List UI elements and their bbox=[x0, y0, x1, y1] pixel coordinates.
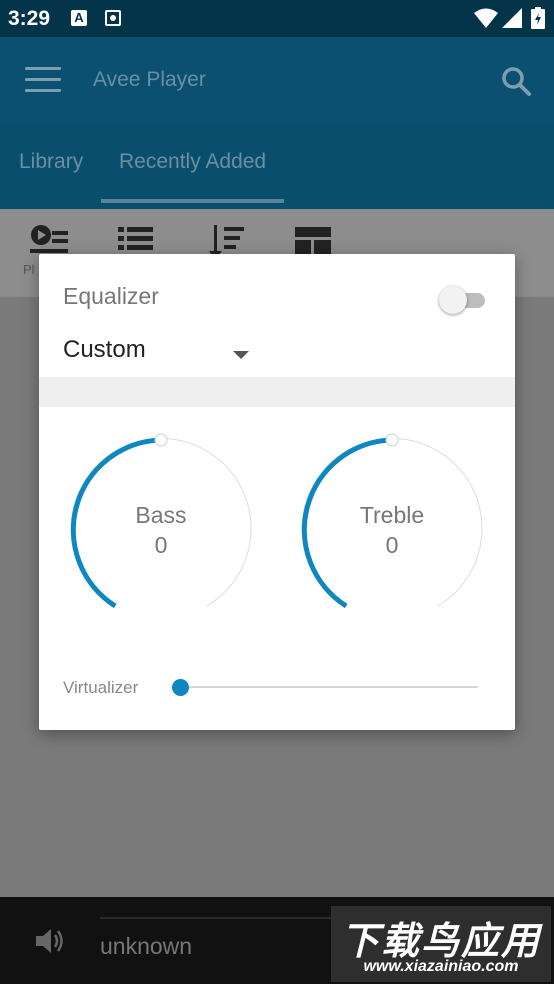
virtualizer-slider[interactable] bbox=[172, 678, 482, 698]
equalizer-dialog: Equalizer Custom Bass 0 Treble 0 Virtual… bbox=[39, 254, 515, 730]
search-icon[interactable] bbox=[500, 65, 532, 97]
bass-knob[interactable]: Bass 0 bbox=[66, 432, 256, 612]
app-bar: Avee Player bbox=[0, 37, 554, 123]
virtualizer-track bbox=[180, 686, 478, 688]
preset-dropdown[interactable]: Custom bbox=[63, 334, 253, 374]
watermark-url-text: www.xiazainiao.com bbox=[363, 958, 519, 975]
equalizer-toggle[interactable] bbox=[439, 286, 485, 314]
watermark-main-text: 下载鸟应用 bbox=[340, 921, 541, 963]
wifi-icon bbox=[474, 8, 498, 28]
menu-icon[interactable] bbox=[25, 67, 61, 93]
tab-indicator bbox=[101, 199, 284, 203]
section-divider bbox=[39, 377, 515, 407]
dialog-title: Equalizer bbox=[63, 283, 159, 309]
status-bar: 3:29 A bbox=[0, 0, 554, 37]
preset-value: Custom bbox=[63, 336, 146, 363]
toolbar-partial-label: Pl bbox=[23, 262, 35, 277]
cellular-icon bbox=[502, 8, 522, 28]
virtualizer-thumb[interactable] bbox=[172, 679, 189, 696]
speaker-icon[interactable] bbox=[34, 926, 66, 956]
treble-knob[interactable]: Treble 0 bbox=[297, 432, 487, 612]
battery-icon bbox=[531, 7, 545, 29]
playback-progress bbox=[100, 917, 331, 919]
app-title: Avee Player bbox=[93, 68, 206, 91]
tab-bar: Library Recently Added bbox=[0, 123, 554, 209]
watermark-logo: 下载鸟应用 www.xiazainiao.com bbox=[331, 906, 551, 982]
virtualizer-label: Virtualizer bbox=[63, 678, 139, 697]
tab-library[interactable]: Library bbox=[19, 150, 83, 174]
bass-value: 0 bbox=[154, 532, 168, 558]
bass-label: Bass bbox=[135, 502, 187, 528]
treble-label: Treble bbox=[359, 502, 425, 528]
notification-a-icon: A bbox=[71, 10, 87, 26]
status-time: 3:29 bbox=[8, 7, 51, 30]
treble-value: 0 bbox=[385, 532, 399, 558]
tab-recently-added[interactable]: Recently Added bbox=[119, 150, 266, 174]
now-playing-title[interactable]: unknown bbox=[100, 933, 192, 960]
screen-record-icon bbox=[105, 10, 121, 26]
chevron-down-icon bbox=[233, 351, 249, 359]
toggle-thumb bbox=[439, 286, 467, 314]
